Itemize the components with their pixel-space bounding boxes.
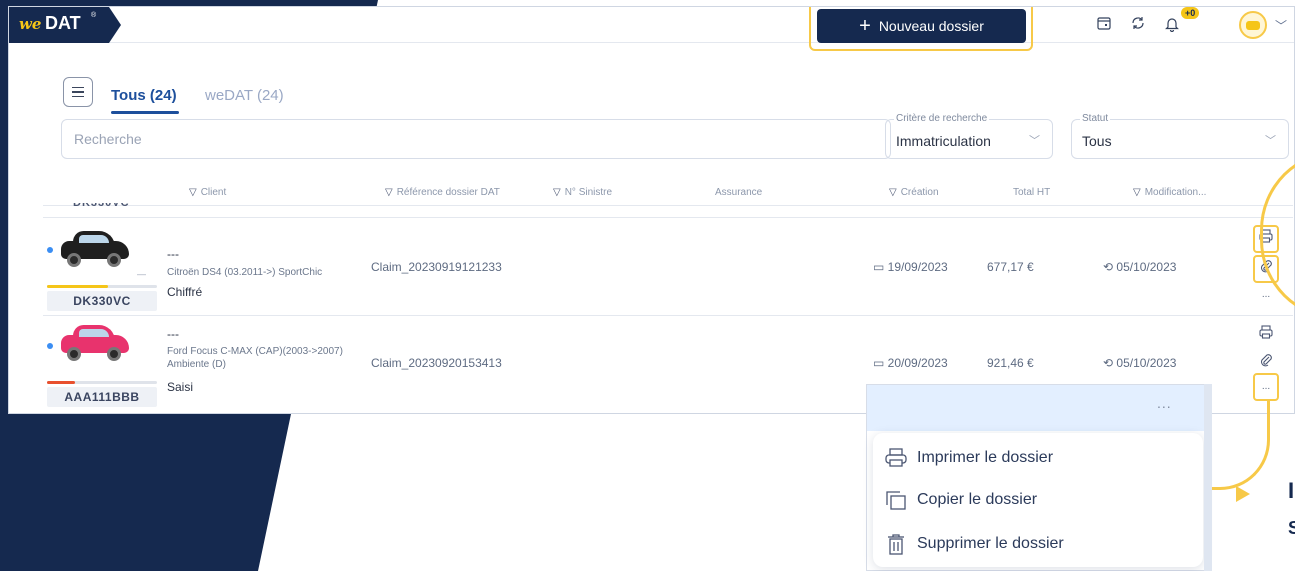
plate-badge: DK330VC [47, 291, 157, 311]
client-name: --- [167, 327, 179, 341]
unread-dot [47, 247, 53, 253]
refresh-icon: ⟲ [1103, 356, 1117, 370]
printer-icon[interactable] [1256, 325, 1276, 345]
side-text-line1: I [1288, 478, 1295, 503]
status-label: Statut [1080, 113, 1111, 124]
app-window: we DAT ® + Nouveau dossier +0 ﹀ Tous (24… [8, 6, 1295, 414]
filter-icon: ▽ [553, 187, 561, 198]
row-separator [43, 205, 1293, 206]
vehicle-image [59, 323, 131, 361]
search-criteria-value: Immatriculation [896, 133, 991, 149]
status-value: Tous [1082, 133, 1112, 149]
bell-icon[interactable] [1163, 16, 1181, 34]
total-cell: 677,17 € [987, 260, 1034, 274]
copy-icon [885, 489, 907, 511]
context-menu-scrollbar[interactable] [1204, 384, 1212, 571]
creation-cell: ▭ 20/09/2023 [873, 356, 948, 370]
row-dash: — [137, 269, 146, 279]
side-text-line2: S [1288, 518, 1295, 538]
reference-cell[interactable]: Claim_20230919121233 [371, 260, 502, 274]
client-name: --- [167, 247, 179, 261]
status-text: Chiffré [167, 285, 203, 299]
car-avatar-icon [1246, 20, 1260, 30]
logo[interactable]: we DAT ® [9, 7, 121, 43]
search-criteria-select[interactable]: Critère de recherche Immatriculation ﹀ [885, 113, 1053, 159]
creation-cell: ▭ 19/09/2023 [873, 260, 948, 274]
menu-item-label: Imprimer le dossier [917, 449, 1054, 466]
menu-item-label: Supprimer le dossier [917, 535, 1064, 552]
partial-plate: DK330VC [73, 197, 130, 209]
total-cell: 921,46 € [987, 356, 1034, 370]
plus-icon: + [859, 14, 871, 37]
modification-cell: ⟲ 05/10/2023 [1103, 260, 1177, 274]
calendar-icon: ▭ [873, 260, 888, 274]
menu-toggle-button[interactable] [63, 77, 93, 107]
status-select[interactable]: Statut Tous ﹀ [1071, 113, 1289, 159]
menu-item-copy[interactable]: Copier le dossier [885, 485, 1037, 515]
new-file-label: Nouveau dossier [878, 18, 984, 34]
vehicle-image [59, 229, 131, 267]
chevron-down-icon: ﹀ [1265, 135, 1276, 147]
column-claim-number[interactable]: ▽ N° Sinistre [553, 187, 612, 198]
refresh-icon: ⟲ [1103, 260, 1117, 274]
column-modification[interactable]: ▽ Modification... [1133, 187, 1206, 198]
column-reference[interactable]: ▽ Référence dossier DAT [385, 187, 500, 198]
vehicle-model: Citroën DS4 (03.2011->) SportChic [167, 267, 323, 278]
top-bar: we DAT ® + Nouveau dossier +0 ﹀ [9, 7, 1294, 51]
logo-we: we [19, 15, 42, 33]
notification-badge: +0 [1181, 7, 1200, 19]
plate-badge: AAA111BBB [47, 387, 157, 407]
chevron-down-icon[interactable]: ﹀ [1275, 17, 1287, 34]
avatar[interactable] [1239, 11, 1267, 39]
annotation-triangle-icon [1236, 486, 1250, 502]
filter-icon: ▽ [1133, 187, 1141, 198]
status-text: Saisi [167, 380, 194, 394]
trash-icon [885, 533, 907, 555]
column-client[interactable]: ▽ Client [189, 187, 226, 198]
calendar-icon[interactable] [1095, 16, 1113, 34]
unread-dot [47, 343, 53, 349]
reference-cell[interactable]: Claim_20230920153413 [371, 356, 502, 370]
filter-icon: ▽ [385, 187, 393, 198]
tab-wedat[interactable]: weDAT (24) [205, 87, 284, 104]
search-criteria-label: Critère de recherche [894, 113, 990, 124]
tab-all[interactable]: Tous (24) [111, 87, 177, 104]
more-actions-button[interactable]: ... [1256, 285, 1276, 305]
printer-icon [885, 447, 907, 469]
column-insurance[interactable]: Assurance [715, 187, 762, 198]
chevron-down-icon: ﹀ [1029, 135, 1040, 147]
column-total[interactable]: Total HT [1013, 187, 1050, 198]
filter-icon: ▽ [189, 187, 197, 198]
context-menu-header: ... [867, 385, 1212, 431]
logo-registered: ® [91, 12, 97, 19]
row-separator [43, 315, 1293, 316]
filter-icon: ▽ [889, 187, 897, 198]
new-file-button[interactable]: + Nouveau dossier [817, 9, 1026, 43]
modification-cell: ⟲ 05/10/2023 [1103, 356, 1177, 370]
progress-bar [47, 381, 157, 384]
paperclip-icon[interactable] [1256, 353, 1276, 373]
menu-item-print[interactable]: Imprimer le dossier [885, 443, 1053, 473]
column-creation[interactable]: ▽ Création [889, 187, 939, 198]
menu-item-delete[interactable]: Supprimer le dossier [885, 529, 1064, 559]
refresh-icon[interactable] [1129, 16, 1147, 34]
active-tab-indicator [111, 111, 179, 114]
logo-dat: DAT [45, 13, 81, 33]
vehicle-model: Ford Focus C-MAX (CAP)(2003->2007) Ambie… [167, 346, 343, 370]
row-separator [43, 217, 1293, 218]
more-icon[interactable]: ... [1157, 395, 1172, 411]
progress-bar [47, 285, 157, 288]
more-actions-button[interactable]: ... [1256, 377, 1276, 397]
search-input[interactable] [61, 119, 891, 159]
menu-item-label: Copier le dossier [917, 491, 1038, 508]
context-menu-panel: Imprimer le dossier Copier le dossier Su… [873, 433, 1203, 567]
calendar-icon: ▭ [873, 356, 888, 370]
context-menu: ... Imprimer le dossier Copier le dossie… [866, 384, 1212, 571]
